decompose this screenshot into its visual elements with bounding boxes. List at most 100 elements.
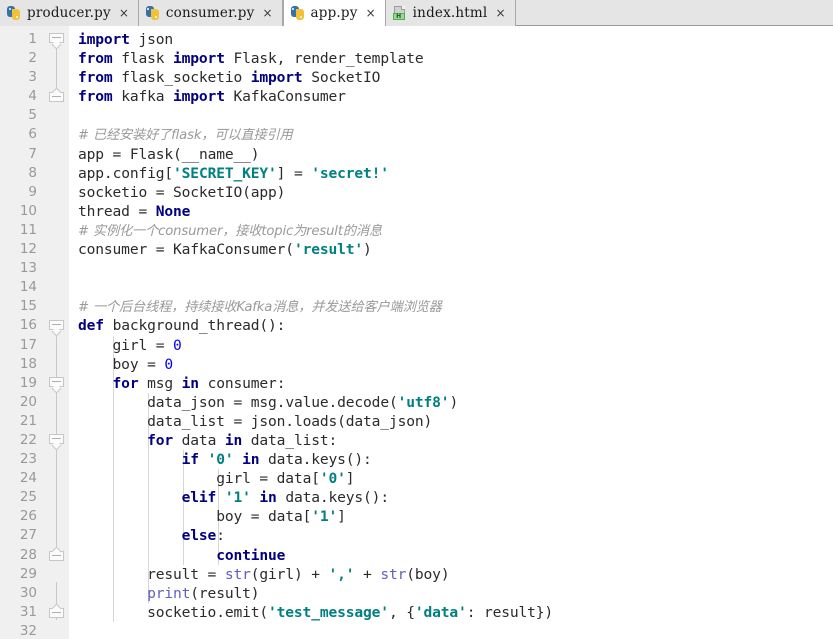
code-line[interactable] [70, 259, 833, 278]
tab-producer-py[interactable]: producer.py × [0, 0, 139, 26]
close-icon[interactable]: × [493, 7, 507, 19]
code-line[interactable]: socketio.emit('test_message', {'data': r… [70, 603, 833, 622]
code-line[interactable]: data_json = msg.value.decode('utf8') [70, 393, 833, 412]
code-builtin: str [224, 565, 251, 583]
code-line[interactable]: for msg in consumer: [70, 374, 833, 393]
code-line[interactable]: for data in data_list: [70, 431, 833, 450]
close-icon[interactable]: × [117, 7, 131, 19]
fold-marker-line-1[interactable] [49, 33, 64, 50]
fold-row [45, 526, 69, 545]
code-line[interactable]: from flask import Flask, render_template [70, 49, 833, 68]
code-number: 0 [173, 336, 182, 354]
line-number: 7 [28, 145, 37, 162]
code-identifier: data [268, 508, 303, 526]
fold-row [45, 164, 69, 183]
code-line[interactable]: if '0' in data.keys(): [70, 450, 833, 469]
fold-marker-line-16[interactable] [49, 319, 64, 336]
code-string: 'utf8' [397, 393, 450, 411]
code-line[interactable]: # 已经安装好了flask，可以直接引用 [70, 125, 833, 144]
code-identifier: data_json [147, 393, 225, 411]
code-comment: # 实例化一个consumer，接收topic为result的消息 [78, 223, 382, 239]
code-line[interactable]: # 一个后台线程，持续接收Kafka消息，并发送给客户端浏览器 [70, 297, 833, 316]
code-line[interactable]: result = str(girl) + ',' + str(boy) [70, 565, 833, 584]
fold-row [45, 622, 69, 639]
code-identifier: config [112, 164, 165, 182]
line-number: 31 [19, 603, 37, 620]
code-identifier: emit [224, 603, 260, 621]
code-line[interactable]: socketio = SocketIO(app) [70, 183, 833, 202]
tab-app-py[interactable]: app.py × [282, 0, 386, 27]
code-line[interactable] [70, 106, 833, 125]
code-keyword: continue [216, 546, 286, 564]
close-icon[interactable]: × [260, 7, 274, 19]
code-string: 'test_message' [268, 603, 389, 621]
html-file-icon: H [392, 5, 408, 21]
fold-row [45, 393, 69, 412]
code-keyword: for [112, 374, 139, 392]
code-identifier: app [78, 145, 104, 163]
code-keyword: for [147, 431, 174, 449]
close-icon[interactable]: × [364, 7, 378, 19]
code-line[interactable] [70, 278, 833, 297]
code-identifier: data [181, 431, 217, 449]
code-folding-gutter[interactable] [45, 26, 69, 639]
python-file-icon [6, 5, 22, 21]
fold-marker-line-4[interactable] [49, 87, 64, 103]
code-keyword: from [78, 50, 113, 68]
code-line[interactable]: app.config['SECRET_KEY'] = 'secret!' [70, 164, 833, 183]
code-comment: # 一个后台线程，持续接收Kafka消息，并发送给客户端浏览器 [78, 300, 442, 316]
tab-label: producer.py [27, 5, 111, 21]
fold-row [45, 221, 69, 240]
line-number: 4 [28, 88, 37, 105]
code-line[interactable]: app = Flask(__name__) [70, 145, 833, 164]
code-line[interactable]: girl = 0 [70, 336, 833, 355]
code-line[interactable]: from kafka import KafkaConsumer [70, 87, 833, 106]
code-line[interactable]: print(result) [70, 584, 833, 603]
tab-consumer-py[interactable]: consumer.py × [138, 0, 283, 26]
code-line[interactable]: continue [70, 546, 833, 565]
code-identifier: socketio [78, 183, 148, 201]
code-editor[interactable]: 1 2 3 4 5 6 7 8 9 10 11 12 13 14 15 16 17 18 19 20 21 22 23 24 2… [0, 26, 833, 639]
fold-row [45, 240, 69, 259]
code-line[interactable]: thread = None [70, 202, 833, 221]
code-line[interactable]: boy = data['1'] [70, 507, 833, 526]
line-number: 27 [19, 527, 37, 544]
code-identifier: result [483, 603, 536, 621]
code-identifier: girl [112, 336, 148, 354]
code-line[interactable]: # 实例化一个consumer，接收topic为result的消息 [70, 221, 833, 240]
code-string: 'data' [414, 603, 467, 621]
fold-row [45, 336, 69, 355]
code-content-area[interactable]: import json from flask import Flask, rend… [69, 26, 833, 639]
fold-marker-line-19[interactable] [49, 376, 64, 394]
code-line[interactable]: elif '1' in data.keys(): [70, 488, 833, 507]
fold-marker-line-22[interactable] [49, 434, 64, 451]
code-line[interactable]: boy = 0 [70, 355, 833, 374]
line-number: 12 [19, 241, 37, 258]
code-line[interactable]: from flask_socketio import SocketIO [70, 68, 833, 87]
code-identifier: girl [259, 565, 294, 583]
line-number: 1 [28, 31, 37, 47]
code-builtin: str [380, 565, 407, 583]
code-line[interactable]: else: [70, 526, 833, 545]
code-line[interactable] [70, 622, 833, 639]
fold-row [45, 202, 69, 221]
code-string: 'SECRET_KEY' [173, 164, 277, 182]
tab-index-html[interactable]: H index.html × [385, 0, 516, 26]
code-string: ',' [328, 565, 355, 583]
code-line[interactable]: def background_thread(): [70, 316, 833, 335]
fold-marker-line-31[interactable] [49, 603, 64, 619]
line-number: 16 [19, 317, 37, 334]
fold-connector-line [56, 441, 57, 552]
code-identifier: data_json [345, 412, 424, 430]
code-line[interactable]: data_list = json.loads(data_json) [70, 412, 833, 431]
code-builtin: print [147, 584, 191, 602]
code-string: 'result' [293, 241, 364, 259]
code-line[interactable]: import json [70, 30, 833, 49]
code-line[interactable]: girl = data['0'] [70, 469, 833, 488]
fold-row [45, 565, 69, 584]
code-line[interactable]: consumer = KafkaConsumer('result') [70, 240, 833, 259]
fold-marker-line-28[interactable] [49, 546, 64, 562]
code-identifier: data_list [250, 431, 329, 449]
code-identifier: Flask [129, 145, 174, 163]
line-number: 26 [19, 508, 37, 525]
